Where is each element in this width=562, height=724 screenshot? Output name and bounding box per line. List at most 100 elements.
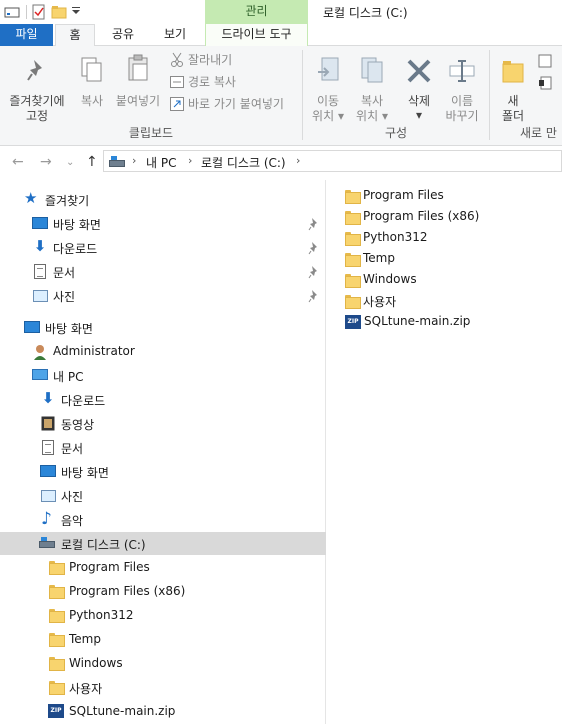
- file-item-label: Program Files (x86): [363, 209, 480, 223]
- breadcrumb-local-disk[interactable]: 로컬 디스크 (C:): [201, 154, 286, 171]
- pinned-icon[interactable]: [308, 217, 320, 231]
- properties-icon[interactable]: [31, 4, 47, 20]
- nav-pc-documents[interactable]: 문서: [0, 437, 326, 459]
- pin-label-1: 즐겨찾기에: [9, 94, 65, 108]
- drive-icon: [39, 537, 55, 552]
- file-item-program-files-x86[interactable]: Program Files (x86): [345, 207, 545, 227]
- tab-file[interactable]: 파일: [0, 24, 53, 46]
- nav-drive-item-label: Temp: [69, 632, 101, 646]
- desktop-icon: [32, 217, 48, 229]
- file-item-label: Program Files: [363, 188, 444, 202]
- zip-file-icon: ZIP: [345, 315, 361, 329]
- nav-drive-temp[interactable]: Temp: [0, 629, 326, 651]
- easy-access-icon[interactable]: [538, 76, 552, 93]
- breadcrumb-this-pc[interactable]: 내 PC: [146, 154, 176, 171]
- paste-shortcut-label: 바로 가기 붙여넣기: [188, 97, 284, 111]
- nav-user[interactable]: Administrator: [0, 341, 326, 363]
- new-folder-button[interactable]: 새 폴더: [494, 50, 532, 123]
- desktop-icon: [40, 465, 56, 477]
- nav-pc-music[interactable]: ♪ 음악: [0, 509, 326, 531]
- back-arrow-icon[interactable]: ←: [12, 154, 24, 170]
- file-item-zip[interactable]: ZIP SQLtune-main.zip: [345, 312, 545, 332]
- tab-share[interactable]: 공유: [101, 24, 145, 46]
- delete-button[interactable]: 삭제 ▾: [398, 50, 440, 122]
- file-item-program-files[interactable]: Program Files: [345, 186, 545, 206]
- paste-button[interactable]: 붙여넣기: [112, 50, 164, 120]
- rename-button[interactable]: 이름 바꾸기: [440, 50, 484, 123]
- paste-shortcut-icon: [170, 97, 184, 114]
- breadcrumb-separator[interactable]: ›: [132, 154, 136, 167]
- nav-pc-downloads[interactable]: ⬇ 다운로드: [0, 389, 326, 411]
- cut-button[interactable]: 잘라내기: [168, 52, 248, 70]
- paste-icon: [126, 54, 152, 87]
- tab-view[interactable]: 보기: [150, 24, 200, 46]
- nav-drive-windows[interactable]: Windows: [0, 653, 326, 675]
- nav-drive-program-files[interactable]: Program Files: [0, 557, 326, 579]
- file-item-users[interactable]: 사용자: [345, 291, 545, 311]
- delete-dropdown-icon: ▾: [415, 108, 423, 122]
- pin-to-quick-access-button[interactable]: 즐겨찾기에 고정: [4, 50, 70, 123]
- nav-drive-item-label: Program Files (x86): [69, 584, 186, 598]
- new-item-icon[interactable]: [538, 54, 552, 71]
- nav-desktop[interactable]: 바탕 화면: [0, 317, 326, 339]
- nav-pc-desktop-label: 바탕 화면: [61, 466, 109, 480]
- download-arrow-icon: ⬇: [41, 389, 55, 407]
- tab-home[interactable]: 홈: [55, 24, 95, 47]
- address-bar[interactable]: › 내 PC › 로컬 디스크 (C:) ›: [103, 150, 562, 172]
- nav-pc-desktop[interactable]: 바탕 화면: [0, 461, 326, 483]
- recent-locations-icon[interactable]: ⌄: [66, 157, 74, 168]
- customize-qat-icon[interactable]: [71, 4, 81, 20]
- copy-path-button[interactable]: 경로 복사: [168, 74, 258, 92]
- nav-qa-desktop-label: 바탕 화면: [53, 218, 101, 232]
- folder-icon: [49, 561, 65, 575]
- nav-this-pc[interactable]: 내 PC: [0, 365, 326, 387]
- delete-x-icon: [406, 58, 432, 87]
- user-avatar-icon: [33, 344, 47, 363]
- this-pc-icon: [32, 369, 48, 380]
- nav-drive-python312[interactable]: Python312: [0, 605, 326, 627]
- pinned-icon[interactable]: [308, 265, 320, 279]
- explorer-icon[interactable]: [4, 4, 20, 20]
- breadcrumb-separator[interactable]: ›: [188, 154, 192, 167]
- nav-pc-videos[interactable]: 동영상: [0, 413, 326, 435]
- nav-local-disk[interactable]: 로컬 디스크 (C:): [0, 532, 326, 555]
- copy-button[interactable]: 복사: [74, 50, 110, 120]
- organize-group-label: 구성: [384, 126, 408, 140]
- move-to-button[interactable]: 이동 위치 ▾: [306, 50, 350, 123]
- pinned-icon[interactable]: [308, 241, 320, 255]
- file-item-windows[interactable]: Windows: [345, 270, 545, 290]
- folder-icon: [49, 681, 65, 695]
- pinned-icon[interactable]: [308, 289, 320, 303]
- forward-arrow-icon[interactable]: →: [40, 154, 52, 170]
- rename-label-1: 이름: [450, 94, 474, 108]
- copy-path-icon: [170, 76, 184, 91]
- nav-drive-zip[interactable]: ZIP SQLtune-main.zip: [0, 701, 326, 723]
- breadcrumb-separator[interactable]: ›: [296, 154, 300, 167]
- pictures-icon: [41, 490, 56, 502]
- music-note-icon: ♪: [41, 509, 52, 529]
- nav-qa-documents[interactable]: 문서: [0, 261, 326, 283]
- paste-shortcut-button[interactable]: 바로 가기 붙여넣기: [168, 96, 296, 114]
- pin-icon: [26, 58, 48, 85]
- nav-pc-pictures[interactable]: 사진: [0, 485, 326, 507]
- file-item-temp[interactable]: Temp: [345, 249, 545, 269]
- folder-icon: [345, 295, 361, 309]
- download-arrow-icon: ⬇: [33, 237, 47, 255]
- nav-quick-access[interactable]: ★ 즐겨찾기: [0, 189, 326, 211]
- new-folder-icon[interactable]: [51, 4, 67, 20]
- nav-drive-program-files-x86[interactable]: Program Files (x86): [0, 581, 326, 603]
- nav-qa-desktop[interactable]: 바탕 화면: [0, 213, 326, 235]
- tab-drive-tools[interactable]: 드라이브 도구: [205, 24, 308, 46]
- nav-qa-pictures[interactable]: 사진: [0, 285, 326, 307]
- nav-drive-users[interactable]: 사용자: [0, 677, 326, 699]
- new-folder-icon: [502, 60, 524, 87]
- ribbon-tabs: 파일 홈 공유 보기 드라이브 도구: [0, 24, 562, 47]
- up-arrow-icon[interactable]: ↑: [86, 154, 98, 170]
- copy-to-label-1: 복사: [360, 94, 384, 108]
- copy-path-label: 경로 복사: [188, 75, 236, 89]
- nav-qa-downloads[interactable]: ⬇ 다운로드: [0, 237, 326, 259]
- copy-to-button[interactable]: 복사 위치 ▾: [350, 50, 394, 123]
- file-item-python312[interactable]: Python312: [345, 228, 545, 248]
- title-bar: 관리 로컬 디스크 (C:): [0, 0, 562, 24]
- scissors-icon: [170, 52, 184, 71]
